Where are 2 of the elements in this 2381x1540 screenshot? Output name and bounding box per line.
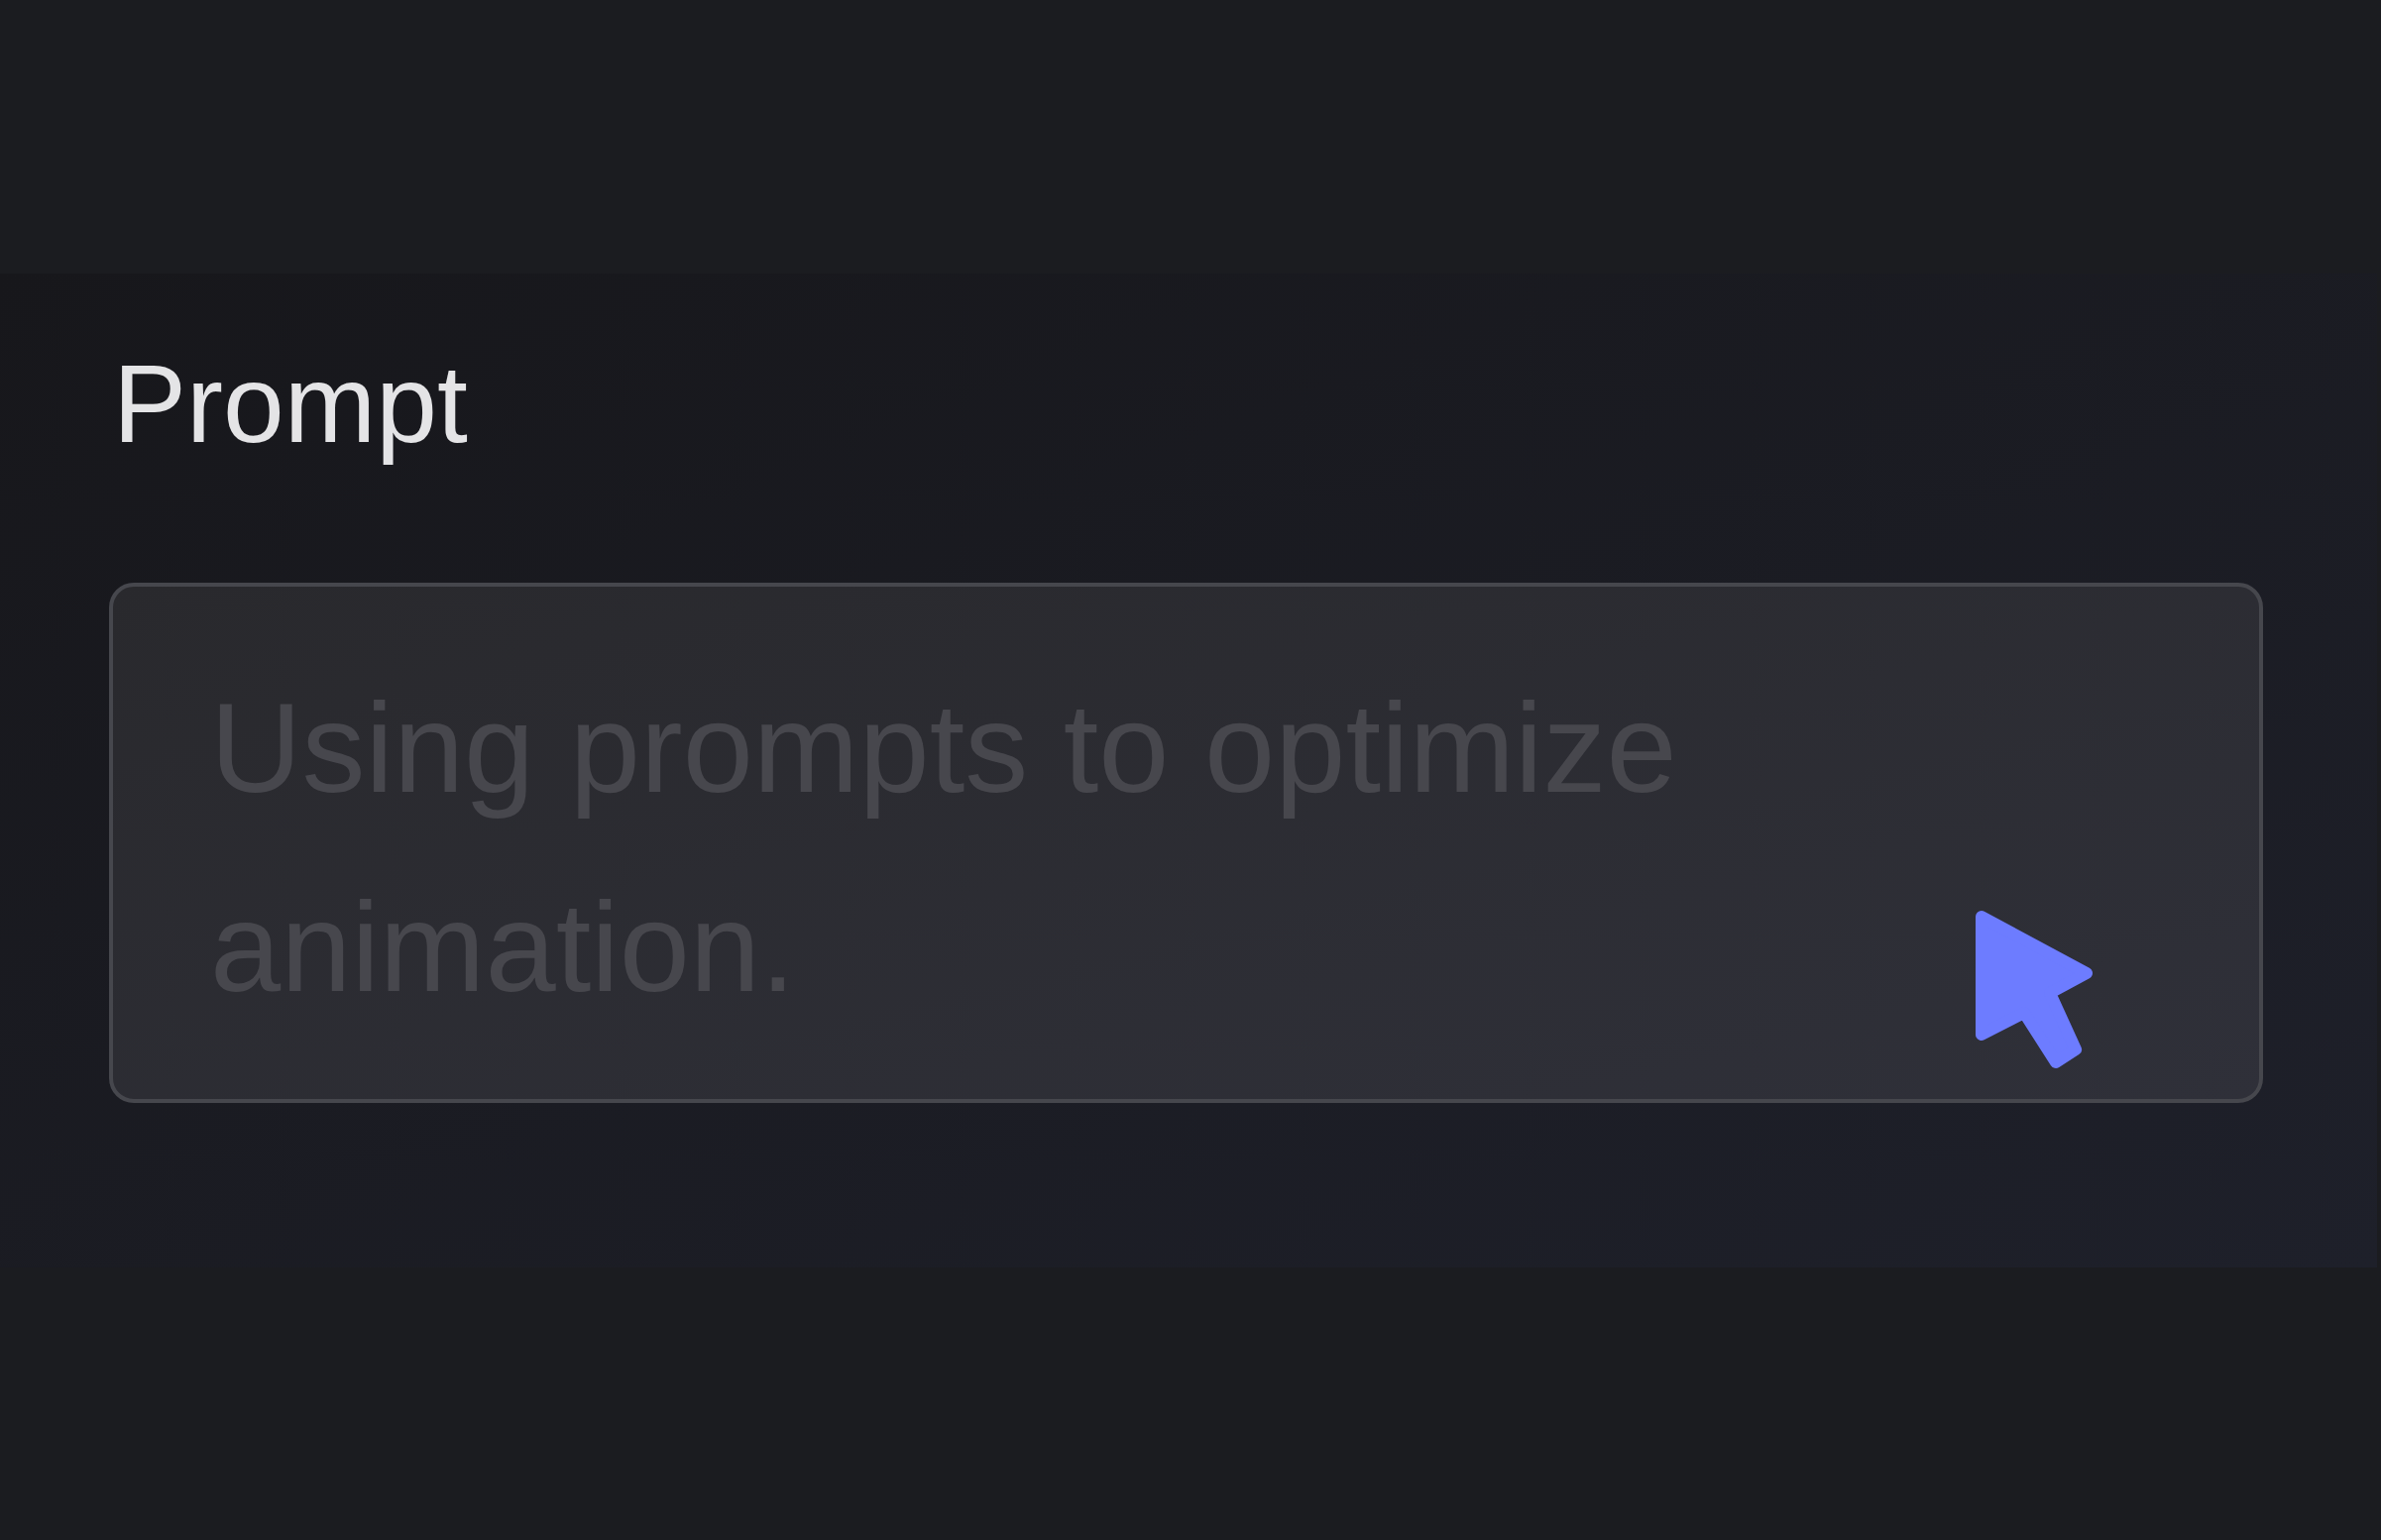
prompt-label: Prompt <box>112 342 468 468</box>
pointer-icon <box>1975 910 2094 1071</box>
